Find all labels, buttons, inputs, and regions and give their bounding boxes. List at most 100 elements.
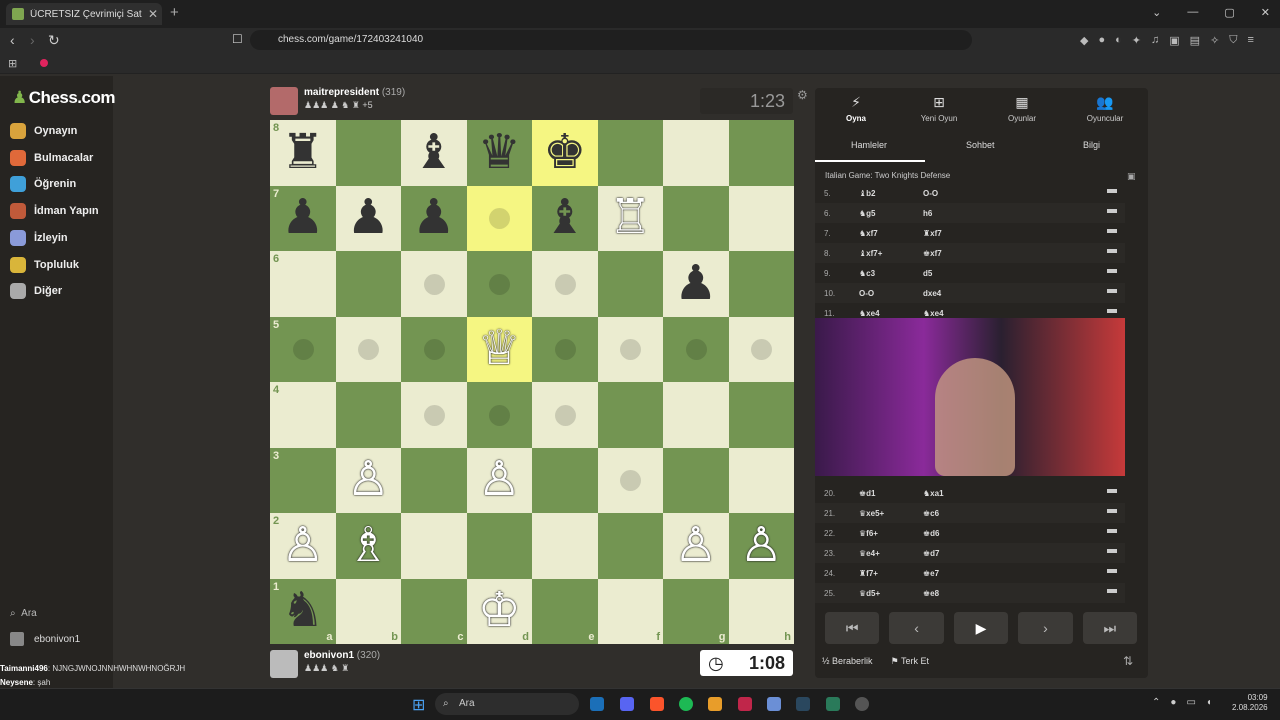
chess-piece[interactable]: ♖ [598, 186, 664, 252]
legal-move-dot[interactable] [358, 339, 379, 360]
chess-piece[interactable]: ♗ [336, 513, 402, 579]
square-b6[interactable] [335, 251, 401, 317]
sidebar-item[interactable]: Bulmacalar [10, 149, 93, 166]
square-d5[interactable]: ♕ [466, 316, 533, 383]
sidebar-search[interactable]: ⌕ Ara [10, 608, 37, 619]
move-san[interactable]: ♝xf7+ [859, 249, 882, 258]
square-f7[interactable]: ♖ [597, 185, 664, 252]
move-san[interactable]: ♛d5+ [859, 589, 880, 598]
square-h7[interactable] [728, 185, 794, 251]
square-e3[interactable] [532, 447, 598, 513]
app-icon[interactable] [738, 697, 752, 711]
square-g5[interactable] [663, 316, 729, 382]
square-e8[interactable]: ♚ [532, 120, 598, 186]
url-field[interactable]: chess.com/game/172403241040 [250, 30, 972, 50]
chess-piece[interactable]: ♙ [467, 448, 533, 514]
shield-icon[interactable]: ⛉ [1229, 34, 1237, 47]
tab-close-icon[interactable]: ✕ [148, 7, 158, 21]
reload-icon[interactable]: ↻ [48, 32, 60, 49]
bottom-player-name[interactable]: ebonivon1 (320) [304, 650, 380, 661]
square-e6[interactable] [532, 251, 598, 317]
panel-tab[interactable]: ⚡ Oyna [816, 94, 896, 123]
sidebar-item[interactable]: Diğer [10, 283, 62, 300]
square-h3[interactable] [728, 447, 794, 513]
chess-piece[interactable]: ♙ [729, 513, 795, 579]
bookmark-icon[interactable]: ☐ [232, 32, 243, 46]
chess-piece[interactable]: ♟ [336, 186, 402, 252]
chess-piece[interactable]: ♙ [270, 513, 336, 579]
square-e7[interactable]: ♝ [532, 185, 598, 252]
move-san[interactable]: ♞xf7 [859, 229, 878, 238]
square-c8[interactable]: ♝ [401, 120, 467, 186]
flip-board-icon[interactable]: ⇅ [1123, 654, 1133, 668]
square-f4[interactable] [597, 382, 663, 448]
chess-piece[interactable]: ♕ [467, 317, 533, 383]
square-d2[interactable] [466, 513, 532, 579]
square-d4[interactable] [466, 382, 532, 448]
square-h1[interactable]: h [728, 578, 794, 644]
chess-piece[interactable]: ♝ [532, 186, 598, 252]
square-g2[interactable]: ♙ [663, 513, 729, 579]
square-g8[interactable] [663, 120, 729, 186]
sidebar-item[interactable]: İzleyin [10, 229, 68, 246]
move-san[interactable]: ♝b2 [859, 189, 876, 198]
square-f2[interactable] [597, 513, 663, 579]
sidebar-item[interactable]: Öğrenin [10, 176, 76, 193]
square-f5[interactable] [597, 316, 663, 382]
square-a2[interactable]: ♙ 2 [270, 513, 336, 579]
legal-move-dot[interactable] [554, 404, 576, 426]
legal-move-dot[interactable] [685, 339, 707, 360]
square-b5[interactable] [335, 316, 401, 382]
square-e4[interactable] [532, 382, 598, 448]
move-san[interactable]: O-O [923, 189, 938, 198]
draw-button[interactable]: ½ Beraberlik [822, 656, 873, 667]
move-san[interactable]: ♞c3 [859, 269, 875, 278]
move-san[interactable]: dxe4 [923, 289, 941, 298]
square-c2[interactable] [401, 513, 467, 579]
chess-piece[interactable]: ♙ [336, 448, 402, 514]
square-b2[interactable]: ♗ [335, 513, 402, 579]
square-a3[interactable]: 3 [270, 447, 336, 513]
square-b4[interactable] [335, 382, 401, 448]
chess-piece[interactable]: ♙ [663, 513, 729, 579]
square-b3[interactable]: ♙ [335, 447, 402, 514]
site-logo[interactable]: ♟ Chess.com [12, 88, 115, 108]
legal-move-dot[interactable] [620, 339, 641, 360]
square-h8[interactable] [728, 120, 794, 186]
chess-piece[interactable]: ♟ [270, 186, 336, 252]
sidebar-item[interactable]: Topluluk [10, 256, 79, 273]
legal-move-dot[interactable] [554, 339, 576, 360]
steam-icon[interactable] [590, 697, 604, 711]
square-f3[interactable] [597, 447, 663, 513]
move-san[interactable]: ♞xa1 [923, 489, 944, 498]
legal-move-dot[interactable] [489, 404, 510, 426]
play-button[interactable]: ▶ [953, 612, 1009, 644]
resign-button[interactable]: ⚑ Terk Et [891, 656, 929, 667]
sidebar-user[interactable]: ebonivon1 [10, 632, 80, 646]
chess-piece[interactable]: ♜ [270, 120, 336, 186]
menu-icon[interactable]: ≡ [1248, 34, 1254, 47]
legal-move-dot[interactable] [489, 208, 510, 229]
chess-piece[interactable]: ♟ [663, 251, 729, 317]
taskbar-search[interactable]: ⌕ Ara [435, 693, 579, 715]
last-move-button[interactable]: ⏭ [1082, 612, 1138, 644]
square-g1[interactable]: g [663, 578, 729, 644]
back-icon[interactable]: ‹ [10, 32, 15, 48]
chevron-up-icon[interactable]: ⌃ [1152, 697, 1160, 708]
move-san[interactable]: ♛xe5+ [859, 509, 884, 518]
square-h2[interactable]: ♙ [728, 513, 795, 579]
square-h6[interactable] [728, 251, 794, 317]
first-move-button[interactable]: ⏮ [825, 612, 880, 644]
sidebar-icon[interactable]: ▣ [1169, 34, 1179, 47]
new-tab-button[interactable]: + [170, 4, 179, 21]
square-a5[interactable]: 5 [270, 316, 336, 382]
move-san[interactable]: ♜f7+ [859, 569, 878, 578]
move-san[interactable]: ♞xe4 [859, 309, 880, 318]
sidebar-item[interactable]: Oynayın [10, 123, 77, 139]
square-c7[interactable]: ♟ [401, 185, 467, 251]
square-g3[interactable] [663, 447, 729, 513]
legal-move-dot[interactable] [489, 273, 510, 295]
move-san[interactable]: ♜xf7 [923, 229, 942, 238]
chess-piece[interactable]: ♚ [532, 120, 598, 186]
chess-piece[interactable]: ♛ [467, 120, 533, 186]
